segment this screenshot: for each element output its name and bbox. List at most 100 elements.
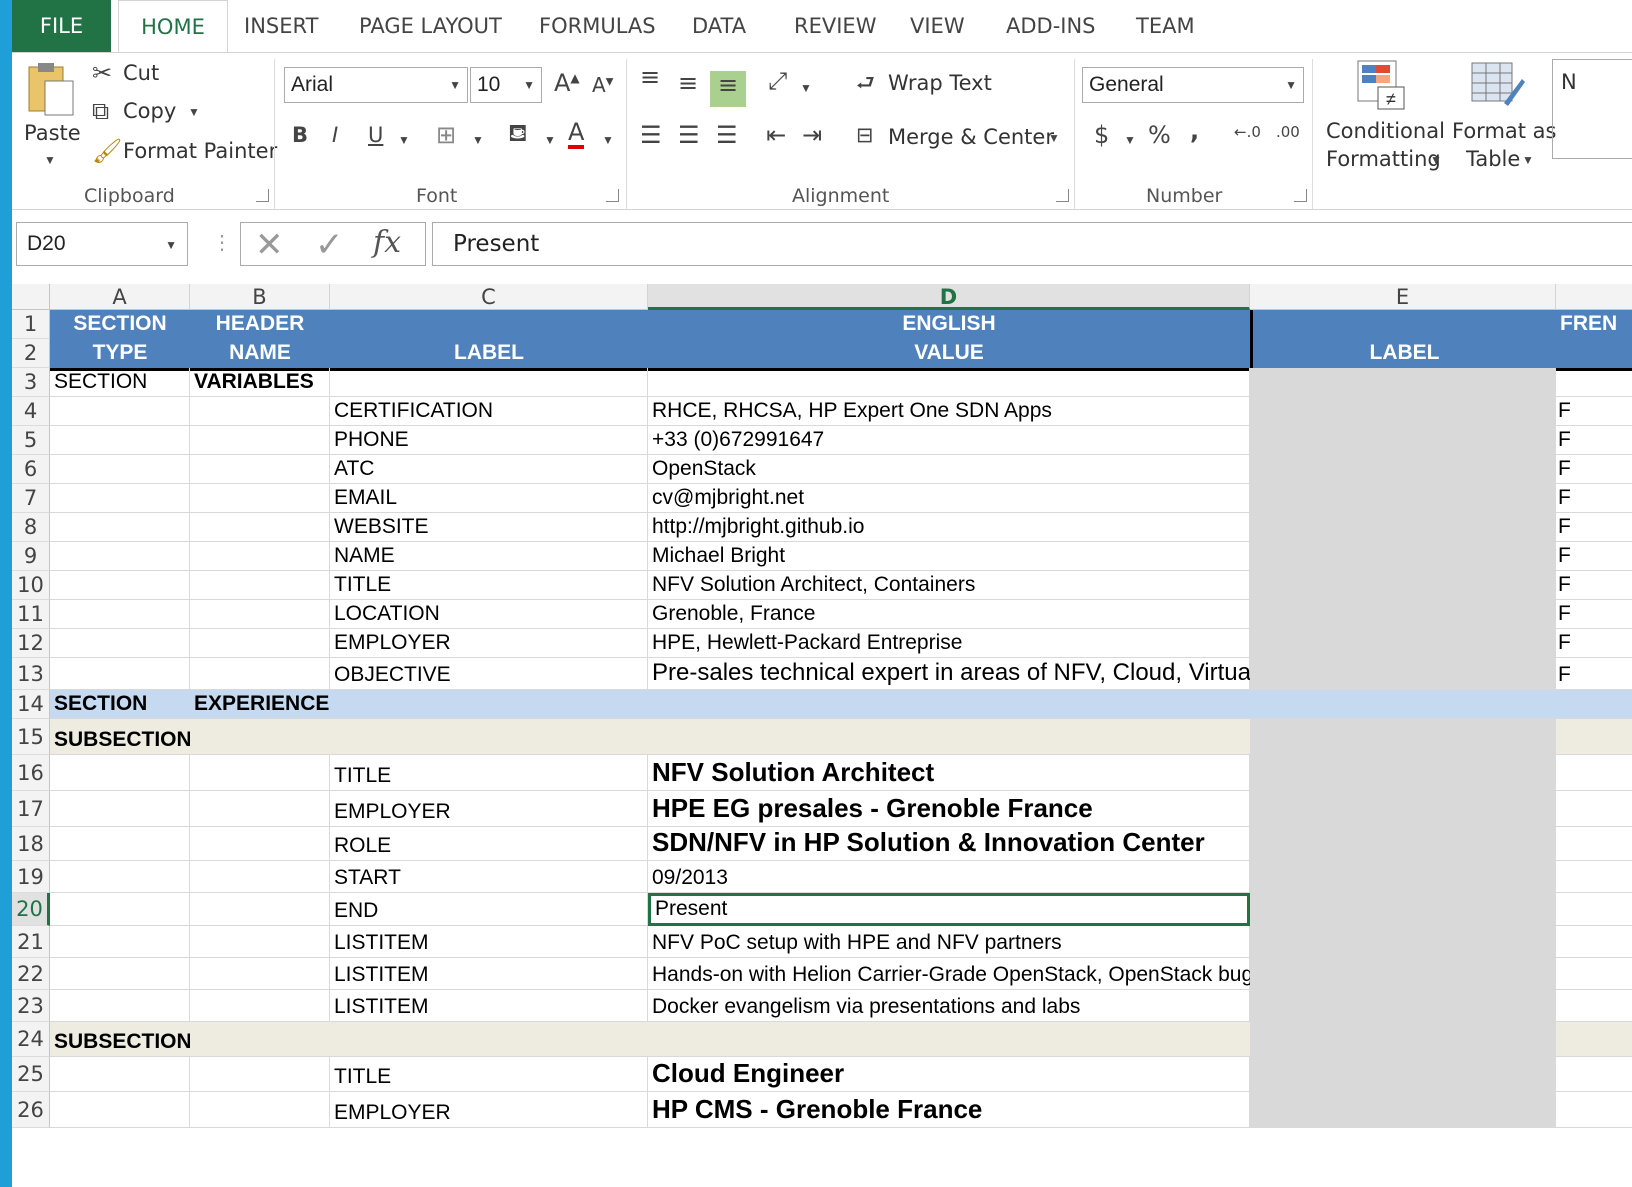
cell-E2[interactable]: LABEL [1250,339,1556,368]
cell-E23[interactable] [1250,990,1556,1022]
cell-E14[interactable] [1250,690,1556,719]
cell-B6[interactable] [190,455,330,484]
tab-page-layout[interactable]: PAGE LAYOUT [359,0,502,52]
cell-E7[interactable] [1250,484,1556,513]
row-header-6[interactable]: 6 [12,455,50,484]
cell-E8[interactable] [1250,513,1556,542]
align-bottom-icon[interactable]: ≡ [710,71,746,107]
cell-F26[interactable] [1556,1092,1632,1128]
cell-E16[interactable] [1250,755,1556,791]
cell-C4[interactable]: CERTIFICATION [330,397,648,426]
cell-D21[interactable]: NFV PoC setup with HPE and NFV partners [648,926,1250,958]
cell-A19[interactable] [50,861,190,893]
select-all-corner[interactable] [12,284,50,310]
cell-C21[interactable]: LISTITEM [330,926,648,958]
cell-D15[interactable] [648,719,1250,755]
cell-A16[interactable] [50,755,190,791]
cell-C8[interactable]: WEBSITE [330,513,648,542]
row-header-17[interactable]: 17 [12,791,50,827]
cell-C11[interactable]: LOCATION [330,600,648,629]
cell-F13[interactable]: F [1556,658,1632,690]
cell-E24[interactable] [1250,1022,1556,1057]
bold-button[interactable]: B [292,123,308,147]
cell-C10[interactable]: TITLE [330,571,648,600]
cell-B2[interactable]: NAME [190,339,330,368]
cell-A21[interactable] [50,926,190,958]
cell-F2[interactable] [1556,339,1632,368]
cell-E22[interactable] [1250,958,1556,990]
row-header-14[interactable]: 14 [12,690,50,719]
cell-B25[interactable] [190,1057,330,1092]
cell-F25[interactable] [1556,1057,1632,1092]
cell-A10[interactable] [50,571,190,600]
increase-decimal-icon[interactable]: ←.0 [1234,123,1261,141]
cell-C1[interactable] [330,310,648,339]
cell-D19[interactable]: 09/2013 [648,861,1250,893]
copy-dropdown-icon[interactable]: ▼ [188,105,200,119]
cell-C20[interactable]: END [330,893,648,926]
increase-indent-icon[interactable]: ⇥ [802,121,822,149]
underline-dropdown-icon[interactable]: ▼ [398,133,410,147]
column-header-a[interactable]: A [50,284,190,310]
row-header-15[interactable]: 15 [12,719,50,755]
italic-button[interactable]: I [332,123,338,147]
cell-F18[interactable] [1556,827,1632,861]
cell-C3[interactable] [330,368,648,397]
cell-B8[interactable] [190,513,330,542]
cell-C7[interactable]: EMAIL [330,484,648,513]
tab-formulas[interactable]: FORMULAS [539,0,656,52]
number-launcher-icon[interactable] [1294,189,1307,202]
row-header-7[interactable]: 7 [12,484,50,513]
cell-D12[interactable]: HPE, Hewlett-Packard Entreprise [648,629,1250,658]
cell-F1[interactable]: FREN [1556,310,1632,339]
row-header-9[interactable]: 9 [12,542,50,571]
cell-C6[interactable]: ATC [330,455,648,484]
column-header-f[interactable] [1556,284,1632,310]
row-header-21[interactable]: 21 [12,926,50,958]
cell-E15[interactable] [1250,719,1556,755]
tab-home[interactable]: HOME [118,0,228,53]
clipboard-launcher-icon[interactable] [256,189,269,202]
formula-bar-grip-icon[interactable]: ⋮ [212,230,232,255]
cell-A4[interactable] [50,397,190,426]
row-header-25[interactable]: 25 [12,1057,50,1092]
cell-D25[interactable]: Cloud Engineer [648,1057,1250,1092]
cell-D4[interactable]: RHCE, RHCSA, HP Expert One SDN Apps [648,397,1250,426]
cell-B22[interactable] [190,958,330,990]
cell-D2[interactable]: VALUE [648,339,1250,368]
cell-A23[interactable] [50,990,190,1022]
cell-F10[interactable]: F [1556,571,1632,600]
cell-A3[interactable]: SECTION [50,368,190,397]
cell-E6[interactable] [1250,455,1556,484]
name-box[interactable]: D20 ▼ [16,222,188,266]
cell-D16[interactable]: NFV Solution Architect [648,755,1250,791]
shrink-font-icon[interactable]: A▼ [592,73,613,97]
insert-function-button[interactable]: fx [373,225,401,260]
cell-E17[interactable] [1250,791,1556,827]
currency-button[interactable]: $ [1094,121,1109,149]
cell-F9[interactable]: F [1556,542,1632,571]
cell-F7[interactable]: F [1556,484,1632,513]
cell-F19[interactable] [1556,861,1632,893]
cell-B3[interactable]: VARIABLES [190,368,330,397]
cell-A17[interactable] [50,791,190,827]
orientation-dropdown-icon[interactable]: ▼ [800,81,812,95]
cell-A11[interactable] [50,600,190,629]
row-header-8[interactable]: 8 [12,513,50,542]
number-format-combo[interactable]: General ▼ [1082,67,1304,103]
cell-B9[interactable] [190,542,330,571]
cell-B15[interactable] [190,719,330,755]
column-header-d[interactable]: D [648,284,1250,310]
tab-team[interactable]: TEAM [1136,0,1195,52]
cell-F16[interactable] [1556,755,1632,791]
cell-B13[interactable] [190,658,330,690]
cell-A13[interactable] [50,658,190,690]
cell-C13[interactable]: OBJECTIVE [330,658,648,690]
cell-C24[interactable] [330,1022,648,1057]
cell-F11[interactable]: F [1556,600,1632,629]
cell-D9[interactable]: Michael Bright [648,542,1250,571]
tab-review[interactable]: REVIEW [794,0,876,52]
cell-C2[interactable]: LABEL [330,339,648,368]
comma-button[interactable]: , [1190,117,1199,145]
cell-C14[interactable] [330,690,648,719]
